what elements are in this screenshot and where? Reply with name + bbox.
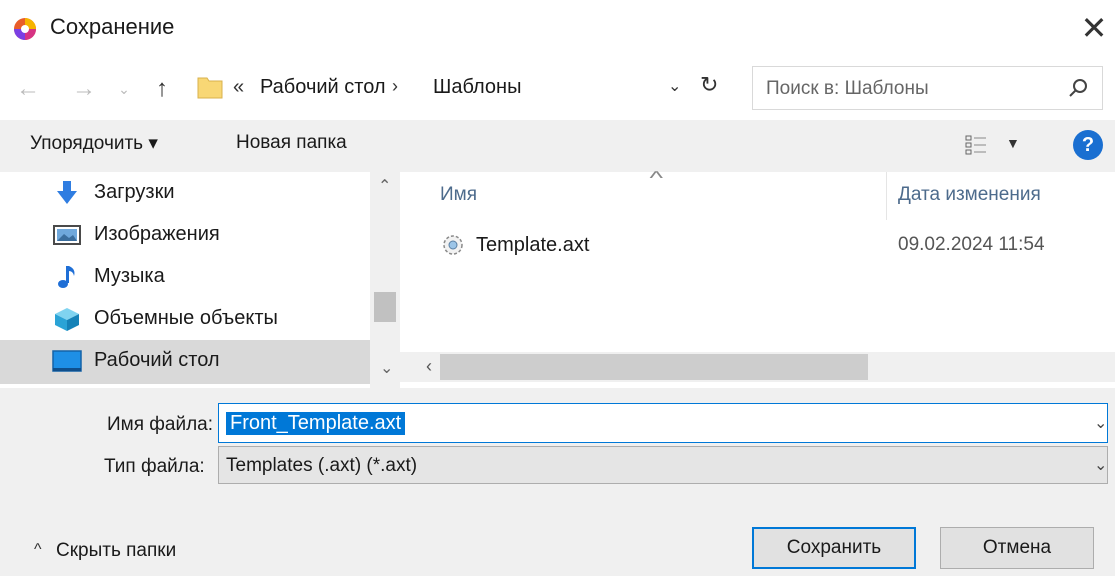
column-header-name[interactable]: Имя	[440, 184, 477, 206]
filetype-label: Тип файла:	[104, 456, 205, 477]
nav-item-pictures[interactable]: Изображения	[0, 214, 370, 256]
scroll-up-icon[interactable]: ⌃	[378, 176, 391, 196]
search-icon[interactable]	[1066, 76, 1090, 100]
filename-dropdown-icon[interactable]: ⌄	[1094, 413, 1107, 433]
column-divider[interactable]	[886, 172, 887, 220]
nav-item-label: Рабочий стол	[94, 349, 220, 371]
address-dropdown-icon[interactable]: ⌄	[668, 76, 681, 96]
nav-item-downloads[interactable]: Загрузки	[0, 172, 370, 214]
recent-locations-chevron-icon[interactable]: ⌄	[112, 74, 136, 104]
app-icon	[14, 18, 36, 40]
breadcrumb-desktop[interactable]: Рабочий стол	[260, 76, 386, 99]
scroll-left-icon[interactable]: ‹	[426, 356, 432, 377]
pictures-icon	[53, 225, 81, 245]
scroll-down-icon[interactable]: ⌄	[380, 358, 393, 378]
cancel-button[interactable]: Отмена	[940, 527, 1094, 569]
forward-arrow-icon[interactable]: →	[72, 74, 96, 104]
nav-item-label: Загрузки	[94, 181, 175, 203]
filetype-value[interactable]: Templates (.axt) (*.axt)	[226, 455, 417, 477]
help-icon[interactable]: ?	[1073, 130, 1103, 160]
download-arrow-icon	[57, 181, 77, 204]
music-note-icon	[58, 266, 75, 288]
organize-button[interactable]: Упорядочить ▾	[30, 132, 158, 155]
file-icon	[443, 235, 463, 255]
nav-scroll-thumb[interactable]	[374, 292, 396, 322]
up-arrow-icon[interactable]: ↑	[150, 74, 174, 104]
hide-folders-button[interactable]: Скрыть папки	[56, 540, 176, 562]
view-dropdown-icon[interactable]: ▼	[1006, 135, 1020, 151]
refresh-icon[interactable]: ↻	[700, 72, 718, 98]
filename-value[interactable]: Front_Template.axt	[226, 412, 406, 435]
nav-item-music[interactable]: Музыка	[0, 256, 370, 298]
breadcrumb-templates[interactable]: Шаблоны	[433, 76, 521, 99]
nav-pane-scrollbar[interactable]	[370, 172, 400, 388]
nav-item-label: Музыка	[94, 265, 165, 287]
file-row-date: 09.02.2024 11:54	[898, 234, 1045, 255]
close-icon[interactable]: ✕	[1076, 8, 1112, 48]
window-title: Сохранение	[50, 14, 175, 39]
nav-item-label: Объемные объекты	[94, 307, 278, 329]
new-folder-button[interactable]: Новая папка	[236, 132, 347, 154]
nav-item-desktop[interactable]: Рабочий стол	[0, 340, 370, 384]
chevron-up-icon[interactable]: ^	[34, 541, 42, 559]
desktop-icon	[52, 350, 82, 372]
back-arrow-icon[interactable]: ←	[16, 74, 40, 104]
nav-item-3d-objects[interactable]: Объемные объекты	[0, 298, 370, 340]
search-placeholder[interactable]: Поиск в: Шаблоны	[766, 78, 929, 100]
hscroll-thumb[interactable]	[440, 354, 868, 380]
view-options-icon[interactable]	[964, 133, 988, 157]
filetype-dropdown-icon[interactable]: ⌄	[1094, 455, 1107, 475]
save-button[interactable]: Сохранить	[752, 527, 916, 569]
command-toolbar	[0, 120, 1115, 172]
filename-label: Имя файла:	[107, 414, 214, 435]
breadcrumb-separator-icon[interactable]: ›	[392, 76, 398, 97]
file-row-name[interactable]: Template.axt	[476, 234, 589, 257]
breadcrumb-overflow[interactable]: «	[233, 76, 244, 99]
column-header-date[interactable]: Дата изменения	[898, 184, 1041, 206]
folder-icon	[197, 77, 223, 99]
nav-item-label: Изображения	[94, 223, 220, 245]
3d-objects-icon	[55, 308, 79, 331]
sort-ascending-icon: ^	[649, 168, 663, 188]
